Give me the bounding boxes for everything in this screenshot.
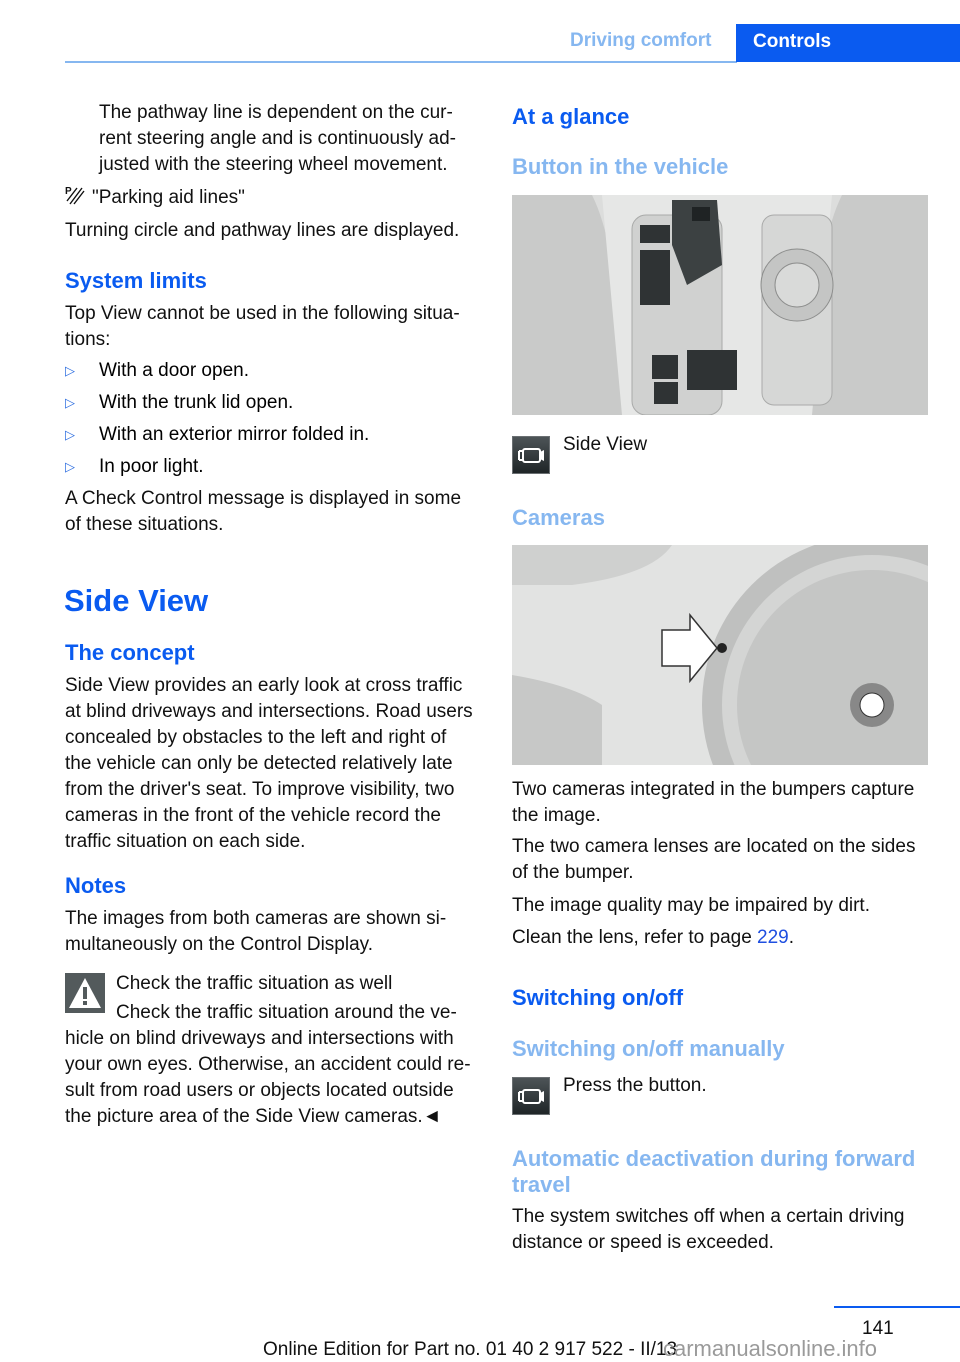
concept-paragraph: Side View provides an early look at cros… xyxy=(65,673,473,855)
bullet-triangle-icon: ▷ xyxy=(65,427,75,442)
text-line: the vehicle can only be detected relativ… xyxy=(65,753,453,774)
side-view-button-caption: Side View xyxy=(563,434,648,455)
text-line: rent steering angle and is continuously … xyxy=(99,128,457,149)
footer-edition: Online Edition for Part no. 01 40 2 917 … xyxy=(263,1339,678,1360)
text-line: the image. xyxy=(512,805,601,826)
text-line: of the bumper. xyxy=(512,862,634,883)
text-line: Top View cannot be used in the following… xyxy=(65,303,460,324)
button-in-vehicle-heading: Button in the vehicle xyxy=(512,154,729,179)
warning-line: Check the traffic situation around the v… xyxy=(116,1002,457,1023)
text-line: hicle on blind driveways and intersectio… xyxy=(65,1028,454,1049)
header-chapter-tab: Controls xyxy=(736,24,960,62)
text-line: The system switches off when a certain d… xyxy=(512,1206,905,1227)
text-line: distance or speed is exceeded. xyxy=(512,1232,774,1253)
press-button-text: Press the button. xyxy=(563,1075,707,1096)
header-rule xyxy=(65,61,737,63)
bullet-triangle-icon: ▷ xyxy=(65,395,75,410)
warning-triangle-icon xyxy=(65,973,105,1013)
auto-deactivation-paragraph: The system switches off when a certain d… xyxy=(512,1204,905,1256)
system-limits-heading: System limits xyxy=(65,268,207,293)
list-item-text: With a door open. xyxy=(99,360,249,381)
warning-body: hicle on blind driveways and intersectio… xyxy=(65,1026,471,1130)
text-line: Side View provides an early look at cros… xyxy=(65,675,463,696)
concept-heading: The concept xyxy=(65,640,195,665)
dirt-paragraph: The image quality may be impaired by dir… xyxy=(512,895,870,916)
cameras-paragraph: Two cameras integrated in the bumpers ca… xyxy=(512,777,914,829)
side-view-heading: Side View xyxy=(64,583,209,618)
at-a-glance-heading: At a glance xyxy=(512,104,630,129)
text-line: multaneously on the Control Display. xyxy=(65,934,374,955)
notes-paragraph: The images from both cameras are shown s… xyxy=(65,906,446,958)
warning-title: Check the traffic situation as well xyxy=(116,973,393,994)
header-section-title: Driving comfort xyxy=(570,30,712,51)
text-line: A Check Control message is displayed in … xyxy=(65,488,462,509)
period: . xyxy=(788,927,795,948)
text-line: concealed by obstacles to the left and r… xyxy=(65,727,447,748)
bullet-triangle-icon: ▷ xyxy=(65,363,75,378)
side-view-camera-icon xyxy=(512,1077,550,1115)
heading-line: Automatic deactivation during forward xyxy=(512,1146,916,1171)
system-limits-intro: Top View cannot be used in the following… xyxy=(65,301,460,353)
center-console-image xyxy=(512,195,928,415)
intro-paragraph: The pathway line is dependent on the cur… xyxy=(99,100,456,178)
text-line: at blind driveways and intersections. Ro… xyxy=(65,701,473,722)
heading-line: travel xyxy=(512,1172,571,1197)
side-view-camera-icon xyxy=(512,436,550,474)
text-line: The images from both cameras are shown s… xyxy=(65,908,447,929)
text-line: justed with the steering wheel movement. xyxy=(99,154,448,175)
text-line: The two camera lenses are located on the… xyxy=(512,836,916,857)
cameras-heading: Cameras xyxy=(512,505,605,530)
page-link-229[interactable]: 229 xyxy=(757,927,789,948)
header-chapter-label: Controls xyxy=(753,31,832,52)
list-item-text: With the trunk lid open. xyxy=(99,392,294,413)
lenses-paragraph: The two camera lenses are located on the… xyxy=(512,834,915,886)
system-limits-outro: A Check Control message is displayed in … xyxy=(65,486,461,538)
text-line: cameras in the front of the vehicle reco… xyxy=(65,805,441,826)
parking-aid-lines-icon: P xyxy=(65,184,85,206)
text-line: Two cameras integrated in the bumpers ca… xyxy=(512,779,915,800)
watermark: carmanualsonline.info xyxy=(663,1336,878,1361)
camera-location-image xyxy=(512,545,928,765)
clean-lens-paragraph: Clean the lens, refer to page 229. xyxy=(512,925,794,951)
text-line: tions: xyxy=(65,329,111,350)
auto-deactivation-heading: Automatic deactivation during forward tr… xyxy=(512,1146,915,1198)
text-line: from the driver's seat. To improve visib… xyxy=(65,779,455,800)
clean-lens-text: Clean the lens, refer to page xyxy=(512,927,758,948)
text-line: of these situations. xyxy=(65,514,224,535)
text-line: sult from road users or objects located … xyxy=(65,1080,454,1101)
list-item-text: With an exterior mirror folded in. xyxy=(99,424,370,445)
text-line: traffic situation on each side. xyxy=(65,831,306,852)
switching-manually-heading: Switching on/off manually xyxy=(512,1036,785,1061)
parking-aid-label: "Parking aid lines" xyxy=(92,187,245,208)
text-line: The pathway line is dependent on the cur… xyxy=(99,102,453,123)
parking-aid-text: Turning circle and pathway lines are dis… xyxy=(65,220,460,241)
notes-heading: Notes xyxy=(65,873,127,898)
footer-rule xyxy=(834,1306,960,1308)
list-item-text: In poor light. xyxy=(99,456,204,477)
bullet-triangle-icon: ▷ xyxy=(65,459,75,474)
text-line: the picture area of the Side View camera… xyxy=(65,1106,442,1127)
switching-heading: Switching on/off xyxy=(512,985,684,1010)
text-line: your own eyes. Otherwise, an accident co… xyxy=(65,1054,471,1075)
